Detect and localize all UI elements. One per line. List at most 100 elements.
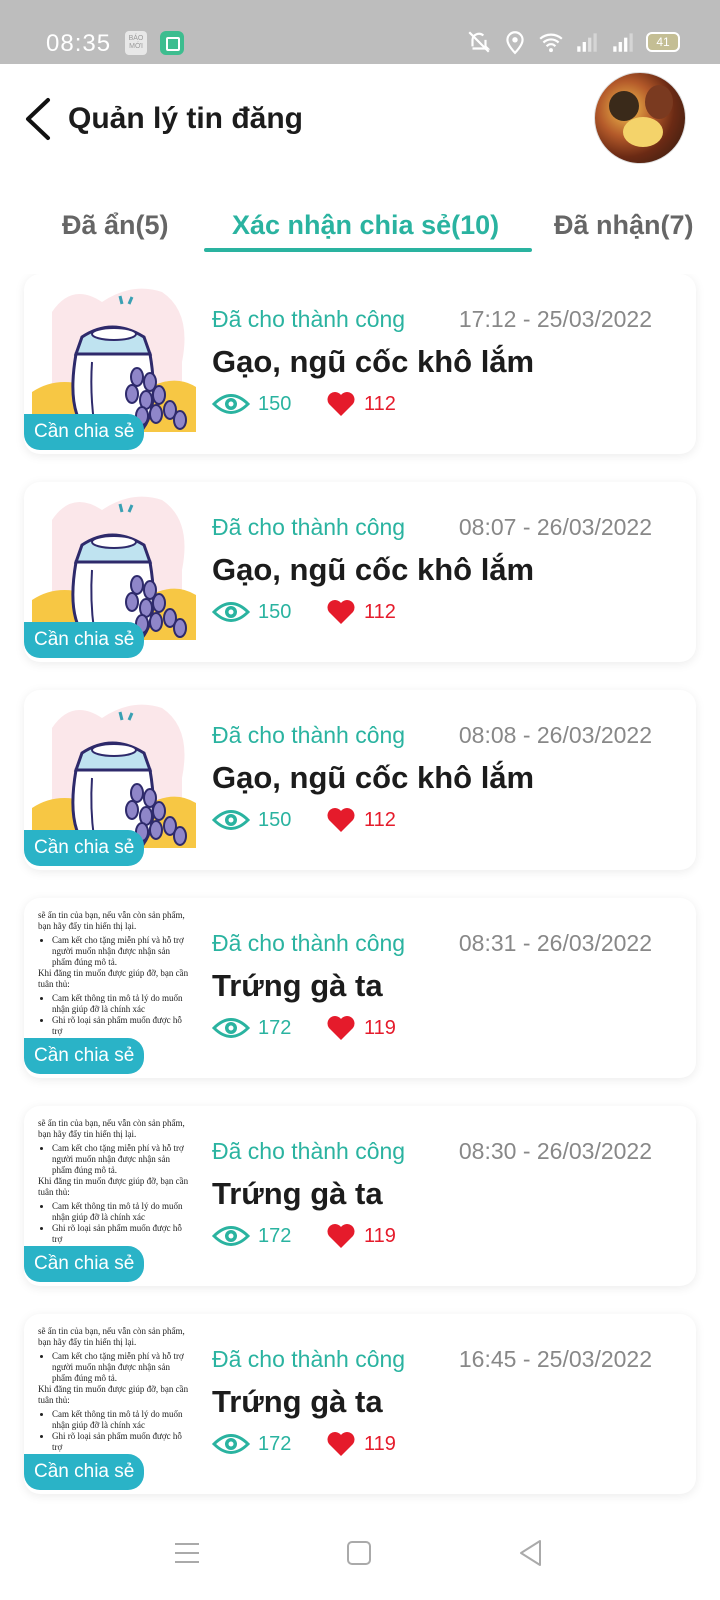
post-stats: 150 112 [212, 806, 396, 834]
doc-line: Khi đăng tin muốn được giúp đỡ, bạn cần … [38, 1384, 189, 1405]
doc-line: Ghi rõ loại sản phẩm muốn được hỗ trợ [52, 1431, 190, 1453]
heart-icon [327, 1224, 355, 1248]
need-share-badge: Cần chia sẻ [24, 830, 145, 866]
avatar-shape [623, 117, 663, 147]
app-notification-icon [160, 31, 184, 55]
battery-icon: 41 [646, 32, 680, 52]
doc-line: sẽ ẩn tin của bạn, nếu vẫn còn sản phẩm,… [38, 1326, 185, 1347]
post-date: 16:45 - 25/03/2022 [458, 1346, 652, 1372]
like-count: 119 [364, 1016, 396, 1039]
avatar-shape [645, 85, 673, 119]
eye-icon [212, 1434, 250, 1454]
need-share-badge: Cần chia sẻ [24, 1038, 145, 1074]
post-card[interactable]: Cần chia sẻ Đã cho thành công 08:08 - 26/0… [24, 690, 696, 870]
home-square-icon[interactable] [344, 1538, 374, 1568]
avatar-shape [609, 91, 639, 121]
signal-icon [613, 33, 633, 52]
tab-share-confirmation[interactable]: Xác nhận chia sẻ(10) [232, 210, 499, 241]
post-status: Đã cho thành công [212, 1346, 406, 1372]
post-date: 17:12 - 25/03/2022 [458, 306, 652, 332]
post-stats: 172 119 [212, 1430, 396, 1458]
post-date: 08:07 - 26/03/2022 [458, 514, 652, 540]
like-count: 112 [364, 808, 396, 831]
view-count: 150 [258, 808, 292, 831]
baomoi-notification-icon: BÁO MỚI [125, 31, 147, 55]
doc-line: sẽ ẩn tin của bạn, nếu vẫn còn sản phẩm,… [38, 910, 185, 931]
mute-icon [468, 31, 491, 53]
post-title: Gạo, ngũ cốc khô lắm [212, 344, 535, 379]
status-time: 08:35 [46, 30, 112, 57]
post-card[interactable]: Cần chia sẻ Đã cho thành công 17:12 - 25/0… [24, 274, 696, 454]
heart-icon [327, 392, 355, 416]
post-date: 08:08 - 26/03/2022 [458, 722, 652, 748]
eye-icon [212, 1018, 250, 1038]
tab-bar: Đã ẩn(5) Xác nhận chia sẻ(10) Đã nhận(7) [0, 196, 720, 256]
chevron-left-icon[interactable] [20, 94, 60, 144]
active-tab-indicator [204, 248, 532, 252]
user-avatar[interactable] [594, 72, 686, 164]
status-bar: 08:35 BÁO MỚI 41 [0, 0, 720, 64]
system-nav-bar [0, 1508, 720, 1600]
signal-icon [577, 33, 597, 52]
post-card[interactable]: sẽ ẩn tin của bạn, nếu vẫn còn sản phẩm,… [24, 1314, 696, 1494]
view-count: 150 [258, 392, 292, 415]
need-share-badge: Cần chia sẻ [24, 1454, 145, 1490]
post-stats: 150 112 [212, 390, 396, 418]
post-status: Đã cho thành công [212, 722, 406, 748]
post-status: Đã cho thành công [212, 306, 406, 332]
need-share-badge: Cần chia sẻ [24, 414, 145, 450]
eye-icon [212, 1226, 250, 1246]
doc-line: Ghi rõ loại sản phẩm muốn được hỗ trợ [52, 1015, 190, 1037]
post-stats: 150 112 [212, 598, 396, 626]
heart-icon [327, 1432, 355, 1456]
post-status: Đã cho thành công [212, 930, 406, 956]
app-header: Quản lý tin đăng [0, 64, 720, 184]
heart-icon [327, 600, 355, 624]
like-count: 112 [364, 600, 396, 623]
doc-line: Cam kết cho tặng miễn phí và hỗ trợ ngườ… [52, 1143, 190, 1176]
eye-icon [212, 394, 250, 414]
doc-line: Cam kết thông tin mô tả lý do muốn nhận … [52, 1201, 190, 1223]
tab-received[interactable]: Đã nhận(7) [554, 210, 694, 241]
post-title: Trứng gà ta [212, 1384, 383, 1419]
post-status: Đã cho thành công [212, 514, 406, 540]
post-title: Gạo, ngũ cốc khô lắm [212, 552, 535, 587]
location-icon [506, 31, 524, 55]
doc-line: Cam kết thông tin mô tả lý do muốn nhận … [52, 1409, 190, 1431]
post-title: Trứng gà ta [212, 1176, 383, 1211]
view-count: 172 [258, 1432, 292, 1455]
like-count: 119 [364, 1432, 396, 1455]
post-date: 08:31 - 26/03/2022 [458, 930, 652, 956]
post-title: Trứng gà ta [212, 968, 383, 1003]
heart-icon [327, 808, 355, 832]
like-count: 119 [364, 1224, 396, 1247]
doc-line: Ghi rõ loại sản phẩm muốn được hỗ trợ [52, 1223, 190, 1245]
heart-icon [327, 1016, 355, 1040]
back-triangle-icon[interactable] [516, 1538, 546, 1568]
eye-icon [212, 810, 250, 830]
post-card[interactable]: sẽ ẩn tin của bạn, nếu vẫn còn sản phẩm,… [24, 898, 696, 1078]
post-status: Đã cho thành công [212, 1138, 406, 1164]
wifi-icon [539, 33, 563, 53]
need-share-badge: Cần chia sẻ [24, 1246, 145, 1282]
view-count: 150 [258, 600, 292, 623]
page-title: Quản lý tin đăng [68, 102, 304, 135]
status-icons: 41 [466, 29, 680, 55]
doc-line: Cam kết thông tin mô tả lý do muốn nhận … [52, 993, 190, 1015]
need-share-badge: Cần chia sẻ [24, 622, 145, 658]
tab-hidden[interactable]: Đã ẩn(5) [62, 210, 169, 241]
post-card[interactable]: Cần chia sẻ Đã cho thành công 08:07 - 26/0… [24, 482, 696, 662]
doc-line: sẽ ẩn tin của bạn, nếu vẫn còn sản phẩm,… [38, 1118, 185, 1139]
view-count: 172 [258, 1016, 292, 1039]
doc-line: Cam kết cho tặng miễn phí và hỗ trợ ngườ… [52, 1351, 190, 1384]
post-list[interactable]: Cần chia sẻ Đã cho thành công 17:12 - 25/0… [0, 274, 720, 1508]
eye-icon [212, 602, 250, 622]
post-stats: 172 119 [212, 1222, 396, 1250]
post-card[interactable]: sẽ ẩn tin của bạn, nếu vẫn còn sản phẩm,… [24, 1106, 696, 1286]
post-stats: 172 119 [212, 1014, 396, 1042]
like-count: 112 [364, 392, 396, 415]
doc-line: Khi đăng tin muốn được giúp đỡ, bạn cần … [38, 968, 189, 989]
view-count: 172 [258, 1224, 292, 1247]
doc-line: Cam kết cho tặng miễn phí và hỗ trợ ngườ… [52, 935, 190, 968]
menu-icon[interactable] [172, 1538, 202, 1568]
